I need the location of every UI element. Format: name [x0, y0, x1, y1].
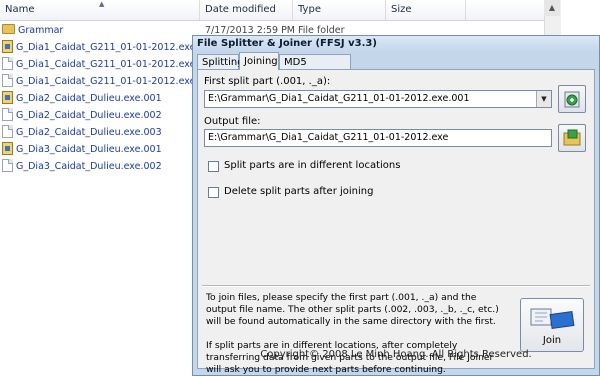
column-header-bar: Name ▲ Date modified Type Size — [0, 0, 544, 21]
sort-ascending-icon: ▲ — [99, 0, 105, 8]
different-locations-label: Split parts are in different locations — [224, 160, 401, 171]
document-icon — [2, 125, 13, 138]
document-icon — [2, 159, 13, 172]
chevron-down-icon[interactable]: ▼ — [536, 91, 551, 107]
document-icon — [2, 108, 13, 121]
divider — [202, 285, 590, 287]
file-name: G_Dia2_Caidat_Dulieu.exe.002 — [16, 110, 162, 121]
file-name: G_Dia3_Caidat_Dulieu.exe.001 — [16, 144, 162, 155]
file-name: G_Dia3_Caidat_Dulieu.exe.002 — [16, 161, 162, 172]
folder-icon — [2, 24, 15, 34]
browse-split-button[interactable] — [558, 85, 586, 113]
join-button[interactable]: Join — [520, 298, 584, 352]
dialog-title[interactable]: File Splitter & Joiner (FFSJ v3.3) — [193, 36, 599, 52]
first-split-value: E:\Grammar\G_Dia1_Caidat_G211_01-01-2012… — [208, 93, 470, 104]
scroll-up-icon[interactable]: ▲ — [544, 0, 560, 16]
join-button-label: Join — [542, 335, 562, 346]
archive-exe-icon — [2, 91, 13, 104]
output-file-input[interactable]: E:\Grammar\G_Dia1_Caidat_G211_01-01-2012… — [204, 129, 552, 147]
archive-exe-icon — [2, 142, 13, 155]
file-name: G_Dia1_Caidat_G211_01-01-2012.exe.003 — [16, 76, 217, 87]
output-file-label: Output file: — [204, 116, 261, 127]
tab-md5-checksum[interactable]: MD5 Checksum — [279, 54, 351, 83]
tab-joining[interactable]: Joining — [239, 52, 279, 70]
document-icon — [2, 57, 13, 70]
joining-panel: First split part (.001, ._a): E:\Grammar… — [197, 69, 595, 375]
document-icon — [2, 74, 13, 87]
archive-exe-icon — [2, 40, 13, 53]
delete-after-joining-label: Delete split parts after joining — [224, 186, 374, 197]
tab-splitting[interactable]: Splitting — [197, 54, 244, 69]
file-name: G_Dia1_Caidat_G211_01-01-2012.exe.001 — [16, 42, 217, 53]
column-size-header[interactable]: Size — [386, 0, 466, 20]
file-name: G_Dia2_Caidat_Dulieu.exe.003 — [16, 127, 162, 138]
join-books-icon — [530, 308, 575, 330]
first-split-label: First split part (.001, ._a): — [204, 76, 331, 87]
ffsj-dialog: File Splitter & Joiner (FFSJ v3.3) Split… — [192, 35, 600, 376]
open-archive-icon — [564, 91, 580, 108]
column-type-header[interactable]: Type — [293, 0, 386, 20]
file-name: Grammar — [18, 25, 64, 36]
file-name: G_Dia1_Caidat_G211_01-01-2012.exe.002 — [16, 59, 217, 70]
delete-after-joining-checkbox[interactable] — [208, 187, 219, 198]
browse-output-button[interactable] — [558, 124, 586, 152]
column-date-header[interactable]: Date modified — [200, 0, 293, 20]
join-instructions: To join files, please specify the first … — [206, 292, 499, 327]
save-folder-icon — [563, 129, 581, 146]
different-locations-checkbox[interactable] — [208, 161, 219, 172]
copyright-text: Copyright© 2008 Le Minh Hoang. All Right… — [260, 349, 532, 360]
file-name: G_Dia2_Caidat_Dulieu.exe.001 — [16, 93, 162, 104]
first-split-combobox[interactable]: E:\Grammar\G_Dia1_Caidat_G211_01-01-2012… — [204, 90, 552, 108]
output-file-value: E:\Grammar\G_Dia1_Caidat_G211_01-01-2012… — [208, 132, 449, 143]
